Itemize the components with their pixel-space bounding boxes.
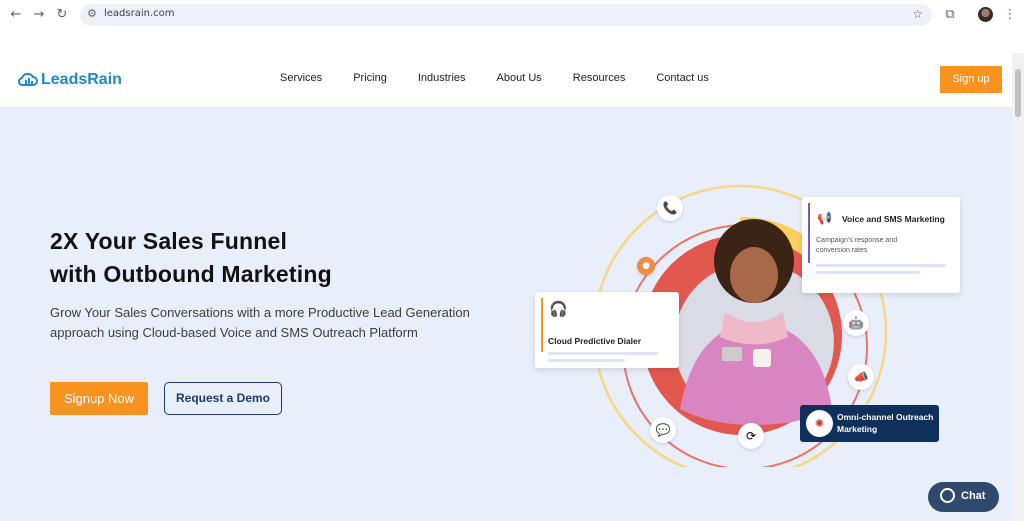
bookmark-star-icon[interactable]: ☆ [912, 7, 923, 21]
page-scrollbar[interactable] [1012, 53, 1024, 521]
nav-industries[interactable]: Industries [418, 72, 466, 84]
nav-contact-us[interactable]: Contact us [656, 72, 709, 84]
omni-title: Omni-channel Outreach Marketing [837, 412, 934, 434]
chat-widget-button[interactable]: Chat [928, 482, 999, 512]
request-demo-button[interactable]: Request a Demo [164, 382, 282, 415]
dialer-card: 🎧 Cloud Predictive Dialer [535, 292, 679, 368]
browser-toolbar: ← → ↻ ⚙ leadsrain.com ☆ ⧉ ⋮ [0, 0, 1024, 30]
extensions-icon[interactable]: ⧉ [942, 7, 958, 23]
hero-subtext: Grow Your Sales Conversations with a mor… [50, 305, 470, 340]
hero-headline-line1: 2X Your Sales Funnel [50, 228, 288, 254]
cloud-logo-icon [18, 72, 38, 86]
hero-section: 2X Your Sales Funnel with Outbound Marke… [0, 107, 1012, 521]
omni-channel-badge: ✺ Omni-channel Outreach Marketing [800, 405, 939, 442]
nav-resources[interactable]: Resources [573, 72, 626, 84]
hero-headline-line2: with Outbound Marketing [50, 261, 332, 287]
chat-label: Chat [961, 490, 986, 502]
reload-icon[interactable]: ↻ [54, 7, 70, 23]
menu-kebab-icon[interactable]: ⋮ [1002, 7, 1018, 23]
site-header: LeadsRain Services Pricing Industries Ab… [0, 53, 1012, 107]
logo-text: LeadsRain [41, 71, 122, 88]
url-text[interactable]: leadsrain.com [104, 8, 175, 19]
main-nav: Services Pricing Industries About Us Res… [280, 72, 740, 84]
chatbot-icon: 🤖 [843, 310, 869, 336]
message-bubble-icon: 💬 [650, 417, 676, 443]
nav-about-us[interactable]: About Us [497, 72, 542, 84]
sync-icon: ⟳ [738, 423, 764, 449]
nav-services[interactable]: Services [280, 72, 322, 84]
back-arrow-icon[interactable]: ← [8, 7, 24, 23]
site-settings-icon[interactable]: ⚙ [87, 7, 97, 20]
announcement-icon: 📣 [848, 364, 874, 390]
nav-pricing[interactable]: Pricing [353, 72, 387, 84]
address-bar[interactable]: ⚙ leadsrain.com ☆ [80, 4, 932, 26]
scrollbar-thumb[interactable] [1015, 69, 1021, 117]
hero-illustration: 📢 Voice and SMS Marketing Campaign's res… [520, 177, 980, 467]
network-icon: ✺ [806, 410, 833, 437]
user-icon: ● [637, 257, 655, 275]
voice-sms-sub: Campaign's response and conversion rates [816, 237, 898, 254]
signup-now-button[interactable]: Signup Now [50, 382, 148, 415]
chat-bubble-icon [940, 488, 955, 503]
headset-icon: 🎧 [549, 300, 568, 318]
signup-button[interactable]: Sign up [940, 66, 1002, 93]
logo[interactable]: LeadsRain [18, 69, 122, 91]
voice-sms-card: 📢 Voice and SMS Marketing Campaign's res… [802, 197, 960, 293]
megaphone-icon: 📢 [817, 211, 832, 225]
hero-headline: 2X Your Sales Funnel with Outbound Marke… [50, 225, 332, 291]
phone-call-icon: 📞 [657, 195, 683, 221]
dialer-title: Cloud Predictive Dialer [548, 336, 642, 346]
voice-sms-title: Voice and SMS Marketing [842, 214, 945, 224]
forward-arrow-icon[interactable]: → [31, 7, 47, 23]
profile-avatar[interactable] [978, 7, 993, 22]
